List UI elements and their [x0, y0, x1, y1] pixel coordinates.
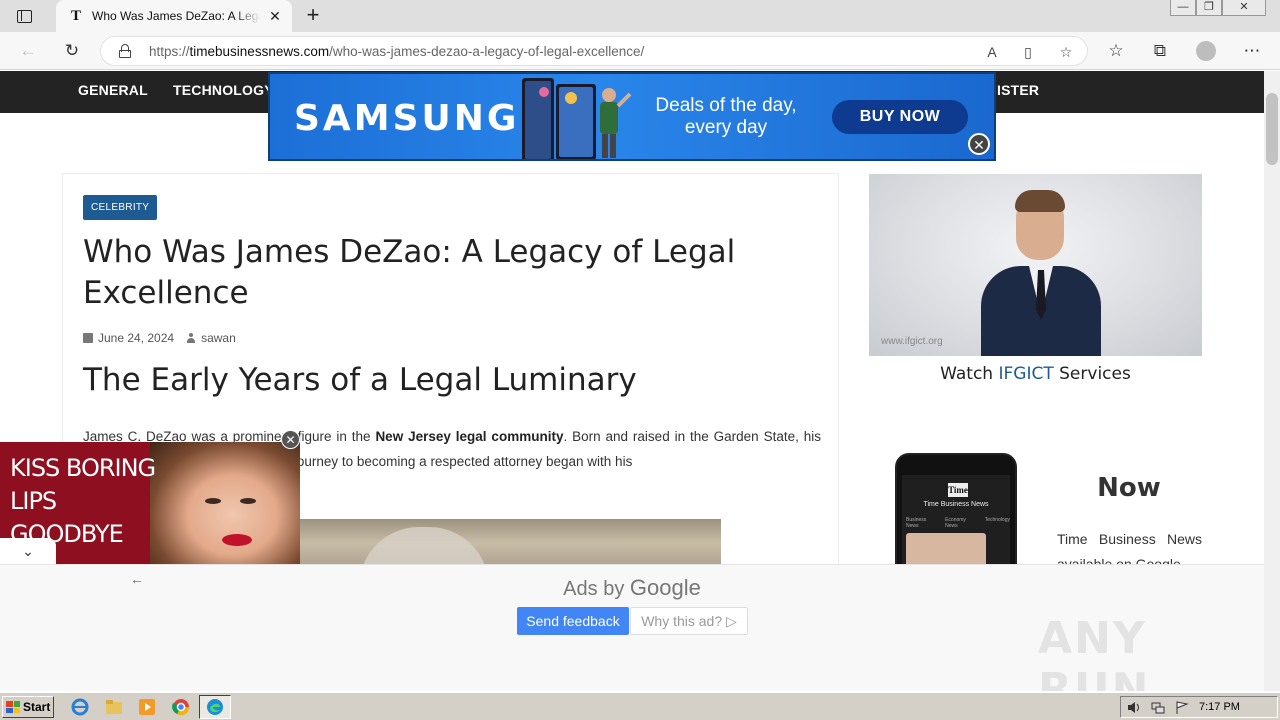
edge-taskbar-button[interactable]	[199, 695, 231, 719]
tab-title: Who Was James DeZao: A Legacy of Legal E…	[92, 9, 260, 23]
close-ad-icon[interactable]: ✕	[968, 133, 990, 155]
video-watermark: www.ifgict.org	[881, 336, 943, 347]
system-tray: 7:17 PM	[1120, 696, 1278, 718]
file-explorer-icon[interactable]	[104, 697, 124, 717]
presenter-hair	[1015, 190, 1065, 212]
taskbar-clock[interactable]: 7:17 PM	[1199, 701, 1240, 713]
sidebar-caption[interactable]: Watch IFGICT Services	[869, 364, 1202, 384]
samsung-banner-ad[interactable]: SAMSUNG Deals of the day, every day BUY …	[268, 72, 996, 161]
article-title: Who Was James DeZao: A Legacy of Legal E…	[83, 234, 736, 311]
minimize-button[interactable]: —	[1170, 0, 1196, 16]
address-bar[interactable]: https://timebusinessnews.com/who-was-jam…	[100, 36, 1088, 66]
url-text[interactable]: https://timebusinessnews.com/who-was-jam…	[149, 44, 644, 59]
media-player-icon[interactable]	[137, 697, 157, 717]
section-heading: The Early Years of a Legal Luminary	[83, 362, 637, 398]
tab-close-icon[interactable]: ✕	[266, 8, 284, 25]
now-heading: Now	[1097, 473, 1161, 503]
why-this-ad-button[interactable]: Why this ad? ▷	[630, 607, 748, 635]
new-tab-button[interactable]: +	[300, 3, 326, 29]
settings-more-icon[interactable]: ⋯	[1240, 39, 1264, 63]
caption-brand: IFGICT	[998, 364, 1054, 384]
calendar-icon	[83, 333, 93, 343]
app-name: Time Business News	[923, 501, 989, 508]
anyrun-watermark: ANY RUN	[1038, 613, 1151, 691]
ad-model-eye	[240, 498, 256, 504]
ad-headline: Deals of the day, every day	[655, 95, 797, 138]
send-feedback-button[interactable]: Send feedback	[517, 607, 629, 635]
restore-button[interactable]: ❐	[1196, 0, 1222, 16]
chevron-down-icon[interactable]: ⌄	[0, 538, 56, 564]
refresh-icon[interactable]: ↻	[60, 39, 84, 63]
article-author[interactable]: sawan	[201, 331, 236, 345]
tab-actions-icon[interactable]	[8, 6, 40, 26]
windows-taskbar: Start 7:17 PM	[0, 692, 1280, 720]
article-date[interactable]: June 24, 2024	[98, 331, 174, 345]
ad-phone-image	[522, 78, 632, 159]
category-badge[interactable]: CELEBRITY	[83, 195, 158, 220]
favorites-icon[interactable]: ☆	[1104, 39, 1128, 63]
nav-item-register[interactable]: ISTER	[997, 71, 1039, 113]
page-scrollbar[interactable]	[1264, 71, 1280, 691]
app-tabs: Business News Economy News Technology	[906, 517, 1010, 529]
collections-icon[interactable]: ⧉	[1148, 39, 1172, 63]
page-viewport: GENERAL TECHNOLOGY ISTER SAMSUNG Deals o…	[0, 71, 1264, 691]
nav-item-technology[interactable]: TECHNOLOGY	[173, 71, 274, 113]
ads-by-google-label: Ads by Google	[563, 575, 701, 600]
ad-model-eye	[205, 498, 221, 504]
bold-phrase: New Jersey legal community	[375, 429, 564, 444]
tab-favicon-icon: T	[70, 8, 81, 24]
close-lips-ad-icon[interactable]: ✕	[281, 430, 300, 449]
window-controls: — ❐ ✕	[1170, 0, 1266, 18]
article-meta: June 24, 2024 sawan	[83, 331, 236, 345]
add-favorite-icon[interactable]: ☆	[1055, 41, 1077, 63]
close-window-button[interactable]: ✕	[1222, 0, 1266, 16]
google-ad-panel: ← Ads by Google Send feedback Why this a…	[0, 564, 1264, 691]
samsung-logo: SAMSUNG	[294, 98, 520, 139]
scrollbar-thumb[interactable]	[1266, 93, 1278, 165]
action-center-flag-icon[interactable]	[1175, 701, 1189, 714]
chrome-icon[interactable]	[171, 697, 191, 717]
back-icon[interactable]: ←	[16, 39, 40, 63]
ad-model-face	[150, 442, 300, 564]
buy-now-button[interactable]: BUY NOW	[832, 100, 968, 134]
ad-model-lips	[222, 534, 252, 546]
browser-toolbar: ← ↻ https://timebusinessnews.com/who-was…	[0, 32, 1280, 70]
lock-icon[interactable]	[119, 44, 131, 58]
network-icon[interactable]	[1151, 701, 1165, 714]
windows-flag-icon	[6, 701, 20, 713]
read-aloud-icon[interactable]: A	[981, 41, 1003, 63]
lips-ad-headline: KISS BORING LIPS GOODBYE	[10, 454, 156, 548]
sidebar-video[interactable]: www.ifgict.org	[869, 174, 1202, 356]
volume-icon[interactable]	[1127, 701, 1141, 714]
start-label: Start	[23, 700, 51, 714]
browser-tab-bar: T Who Was James DeZao: A Legacy of Legal…	[0, 0, 1280, 32]
app-logo: Time	[948, 483, 968, 497]
nav-item-general[interactable]: GENERAL	[78, 71, 148, 113]
user-icon	[186, 333, 196, 343]
start-button[interactable]: Start	[2, 696, 54, 718]
google-logo: Google	[629, 575, 701, 600]
browser-tab-active[interactable]: T Who Was James DeZao: A Legacy of Legal…	[56, 0, 292, 32]
profile-avatar-icon[interactable]	[1194, 39, 1218, 63]
immersive-reader-icon[interactable]: ▯	[1017, 41, 1039, 63]
internet-explorer-icon[interactable]	[70, 697, 90, 717]
